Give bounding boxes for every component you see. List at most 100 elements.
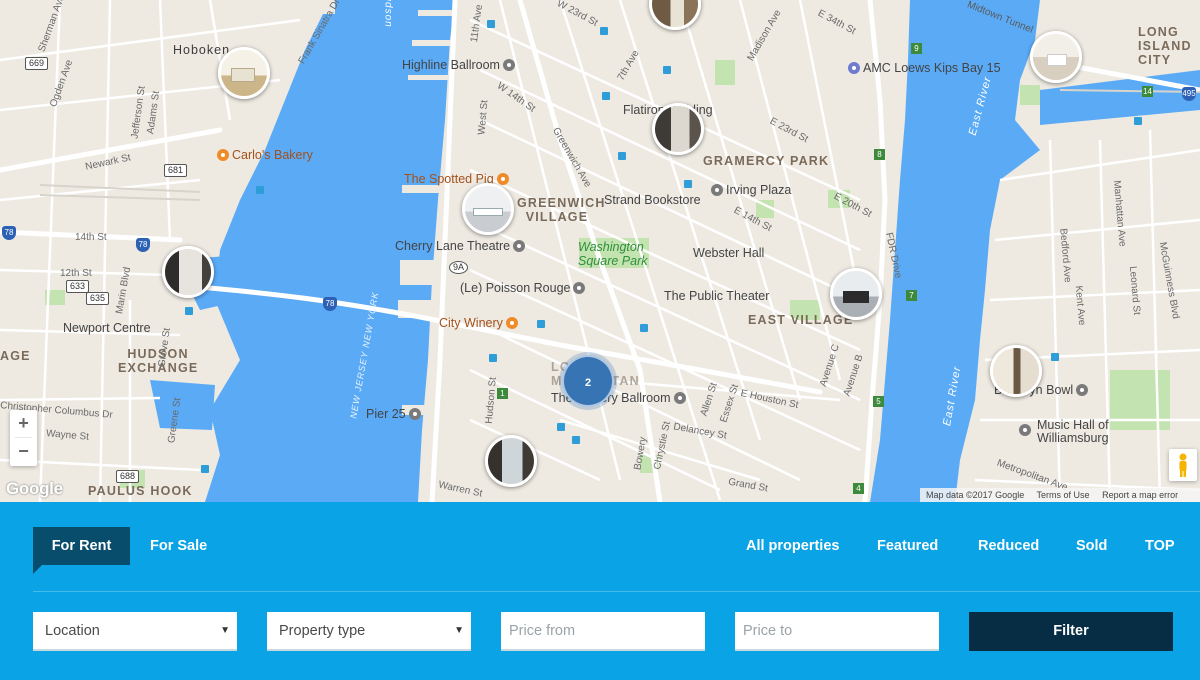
bakery-icon [217, 149, 229, 161]
exit-marker: 8 [874, 149, 885, 160]
route-shield: 669 [25, 57, 49, 70]
property-photo [993, 348, 1039, 394]
zoom-control: + − [10, 410, 37, 466]
district-greenwich-village: GREENWICH VILLAGE [517, 196, 606, 224]
restaurant-icon [496, 173, 509, 185]
subway-icon [600, 27, 608, 35]
zoom-in-button[interactable]: + [10, 410, 37, 437]
map-data-credit: Map data ©2017 Google [926, 490, 1025, 500]
interstate-shield: 78 [2, 226, 16, 240]
map-attribution: Map data ©2017 Google Terms of Use Repor… [920, 488, 1200, 502]
subway-icon [537, 320, 545, 328]
google-logo[interactable]: Google [6, 479, 63, 499]
terms-of-use-link[interactable]: Terms of Use [1037, 490, 1090, 500]
theater-icon [513, 240, 526, 252]
property-marker[interactable] [485, 435, 537, 487]
poi-strand[interactable]: Strand Bookstore [604, 193, 701, 207]
sofa-shape [231, 68, 255, 82]
subway-icon [1051, 353, 1059, 361]
page-root: Hoboken Highline Ballroom AMC Loews Kips… [0, 0, 1200, 680]
poi-pier-25[interactable]: Pier 25 [366, 407, 421, 421]
subway-icon [256, 186, 264, 194]
property-marker[interactable] [652, 103, 704, 155]
cinema-icon [848, 62, 860, 74]
price-from-input[interactable] [501, 612, 693, 650]
subway-icon [557, 423, 565, 431]
filter-link-reduced[interactable]: Reduced [978, 527, 1039, 565]
panel-divider [33, 591, 1200, 592]
filter-link-featured[interactable]: Featured [877, 527, 938, 565]
subway-icon [185, 307, 193, 315]
exit-marker: 4 [853, 483, 864, 494]
exit-marker: 5 [873, 396, 884, 407]
bed-shape [1047, 54, 1067, 66]
exit-marker: 7 [906, 290, 917, 301]
table-shape [473, 208, 503, 216]
filter-link-top[interactable]: TOP [1145, 527, 1175, 565]
poi-public-theater[interactable]: The Public Theater [664, 289, 769, 303]
street-label: 14th St [75, 232, 107, 243]
location-select[interactable]: Location ▼ [33, 612, 237, 651]
subway-icon [602, 92, 610, 100]
property-cluster-marker[interactable]: 2 [562, 355, 614, 407]
property-marker[interactable] [830, 268, 882, 320]
poi-music-hall-williamsburg[interactable]: Music Hall of Williamsburg [1019, 419, 1139, 445]
property-marker[interactable] [649, 0, 701, 30]
district-gramercy: GRAMERCY PARK [703, 154, 830, 168]
street-view-pegman-icon[interactable] [1169, 449, 1197, 481]
route-shield: 681 [164, 164, 188, 177]
property-marker[interactable] [1030, 31, 1082, 83]
pegman-icon [1179, 453, 1187, 477]
price-to-input[interactable] [735, 612, 927, 650]
property-map[interactable]: Hoboken Highline Ballroom AMC Loews Kips… [0, 0, 1200, 502]
property-filter-panel: For Rent For Sale All properties Feature… [0, 502, 1200, 680]
property-type-select[interactable]: Property type ▼ [267, 612, 471, 651]
bar-icon [505, 317, 518, 329]
exit-marker: 14 [1142, 86, 1153, 97]
property-photo [652, 0, 698, 27]
district-long-island-city: LONG ISLAND CITY [1138, 25, 1192, 67]
water-label-hudson: Hudson [382, 0, 394, 28]
property-marker[interactable] [218, 47, 270, 99]
pier-icon [408, 408, 421, 420]
tab-for-rent[interactable]: For Rent [33, 527, 130, 574]
poi-newport-centre[interactable]: Newport Centre [63, 321, 151, 335]
subway-icon [487, 20, 495, 28]
poi-irving-plaza[interactable]: Irving Plaza [711, 183, 791, 197]
property-marker[interactable] [990, 345, 1042, 397]
interstate-shield: 495 [1182, 87, 1196, 101]
music-venue-icon [502, 59, 515, 71]
report-map-error-link[interactable]: Report a map error [1102, 490, 1178, 500]
street-label: 12th St [60, 268, 92, 279]
park-washington-square: Washington Square Park [578, 240, 648, 268]
music-venue-icon [573, 282, 586, 294]
property-marker[interactable] [462, 183, 514, 235]
filter-link-sold[interactable]: Sold [1076, 527, 1107, 565]
price-to-field[interactable] [735, 612, 939, 651]
route-shield: 688 [116, 470, 140, 483]
property-photo [165, 249, 211, 295]
zoom-out-button[interactable]: − [10, 438, 37, 465]
poi-highline-ballroom[interactable]: Highline Ballroom [402, 58, 515, 72]
exit-marker: 1 [497, 388, 508, 399]
poi-carlos-bakery[interactable]: Carlo's Bakery [217, 148, 313, 162]
chevron-down-icon: ▼ [220, 625, 230, 636]
music-venue-icon [711, 184, 723, 196]
interstate-shield: 78 [136, 238, 150, 252]
filter-link-all-properties[interactable]: All properties [746, 527, 839, 565]
district-fragment: AGE [0, 349, 31, 363]
poi-poisson-rouge[interactable]: (Le) Poisson Rouge [460, 281, 586, 295]
price-from-field[interactable] [501, 612, 705, 651]
poi-webster-hall[interactable]: Webster Hall [693, 246, 764, 260]
route-shield: 635 [86, 292, 110, 305]
property-marker[interactable] [162, 246, 214, 298]
poi-cherry-lane[interactable]: Cherry Lane Theatre [395, 239, 526, 253]
filter-button[interactable]: Filter [969, 612, 1173, 651]
subway-icon [489, 354, 497, 362]
interstate-shield: 78 [323, 297, 337, 311]
poi-city-winery[interactable]: City Winery [439, 316, 518, 330]
poi-amc-loews[interactable]: AMC Loews Kips Bay 15 [848, 61, 1001, 75]
subway-icon [1134, 117, 1142, 125]
tab-for-sale[interactable]: For Sale [150, 527, 207, 565]
subway-icon [684, 180, 692, 188]
